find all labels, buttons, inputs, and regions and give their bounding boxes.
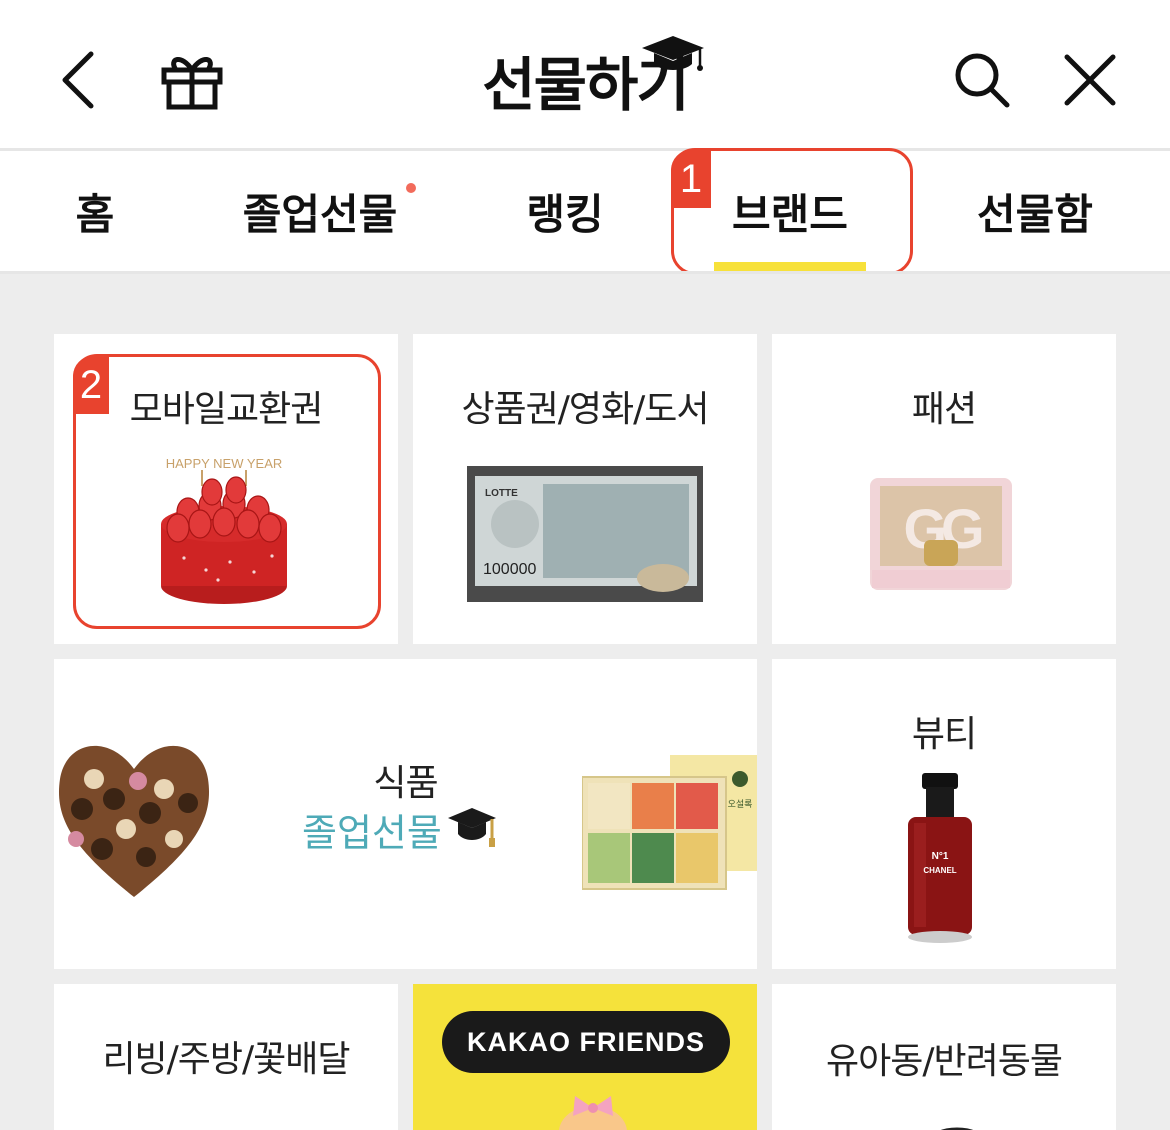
- annotation-marker-2: 2: [73, 356, 109, 414]
- new-dot-badge: [406, 183, 416, 193]
- voucher-brand-text: LOTTE: [485, 488, 518, 499]
- food-sub-label: 졸업선물: [302, 810, 442, 855]
- character-ribbon-image: [559, 1096, 627, 1130]
- voucher-amount-text: 100000: [483, 561, 536, 578]
- close-button[interactable]: [1050, 40, 1130, 120]
- tab-graduation-gifts[interactable]: 졸업선물: [230, 151, 416, 272]
- tab-ranking[interactable]: 랭킹: [505, 151, 625, 272]
- food-graduation-tag: 졸업선물: [302, 799, 512, 859]
- category-label: 리빙/주방/꽃배달: [102, 1039, 350, 1080]
- category-grid: 모바일교환권 HAPPY NEW YEAR 상품권/영화/도서 LOTTE 10…: [0, 274, 1170, 1130]
- category-card-food[interactable]: 식품 졸업선물 오설록: [54, 659, 757, 969]
- tab-home[interactable]: 홈: [40, 151, 150, 272]
- category-card-fashion[interactable]: 패션 GG: [772, 334, 1116, 644]
- perfume-brand-text: CHANEL: [923, 866, 956, 875]
- graduation-cap-icon: [447, 808, 496, 847]
- product-image-partial: [940, 1127, 974, 1130]
- category-card-beauty[interactable]: 뷰티 N°1 CHANEL: [772, 659, 1116, 969]
- tab-label: 졸업선물: [242, 190, 398, 239]
- top-header: 선물하기: [0, 0, 1170, 148]
- chanel-serum-image: N°1 CHANEL: [908, 773, 972, 943]
- category-label: 패션: [911, 389, 977, 430]
- tab-brand[interactable]: 브랜드: [714, 151, 866, 272]
- category-label: 상품권/영화/도서: [461, 389, 709, 430]
- tea-gift-set-image: 오설록: [582, 755, 757, 890]
- cake-topper-text: HAPPY NEW YEAR: [166, 456, 283, 471]
- tab-label: 랭킹: [526, 190, 604, 239]
- category-card-gift-card[interactable]: 상품권/영화/도서 LOTTE 100000: [413, 334, 757, 644]
- perfume-name-text: N°1: [932, 851, 949, 862]
- active-tab-indicator: [714, 262, 866, 271]
- category-card-living[interactable]: 리빙/주방/꽃배달: [54, 984, 398, 1130]
- tea-brand-text: 오설록: [728, 799, 753, 810]
- gg-wallet-image: GG: [870, 478, 1012, 590]
- search-button[interactable]: [942, 40, 1022, 120]
- category-label: 유아동/반려동물: [826, 1041, 1063, 1082]
- close-icon: [1064, 54, 1116, 106]
- category-label: 뷰티: [911, 714, 977, 755]
- tab-bar: 홈 졸업선물 랭킹 브랜드 선물함: [0, 151, 1170, 272]
- category-card-kakao-friends[interactable]: KAKAO FRIENDS: [413, 984, 757, 1130]
- lotte-voucher-image: LOTTE 100000: [467, 466, 703, 602]
- tab-label: 브랜드: [732, 190, 848, 239]
- tab-gift-box[interactable]: 선물함: [965, 151, 1105, 272]
- search-icon: [955, 53, 1010, 108]
- category-card-kids-pets[interactable]: 유아동/반려동물: [772, 984, 1116, 1130]
- kakao-friends-badge: KAKAO FRIENDS: [442, 1011, 730, 1073]
- strawberry-cake-image: HAPPY NEW YEAR: [161, 456, 287, 604]
- annotation-marker-1: 1: [671, 150, 711, 208]
- tab-label: 선물함: [977, 190, 1093, 239]
- graduation-cap-icon: [642, 36, 704, 71]
- tab-label: 홈: [75, 190, 115, 239]
